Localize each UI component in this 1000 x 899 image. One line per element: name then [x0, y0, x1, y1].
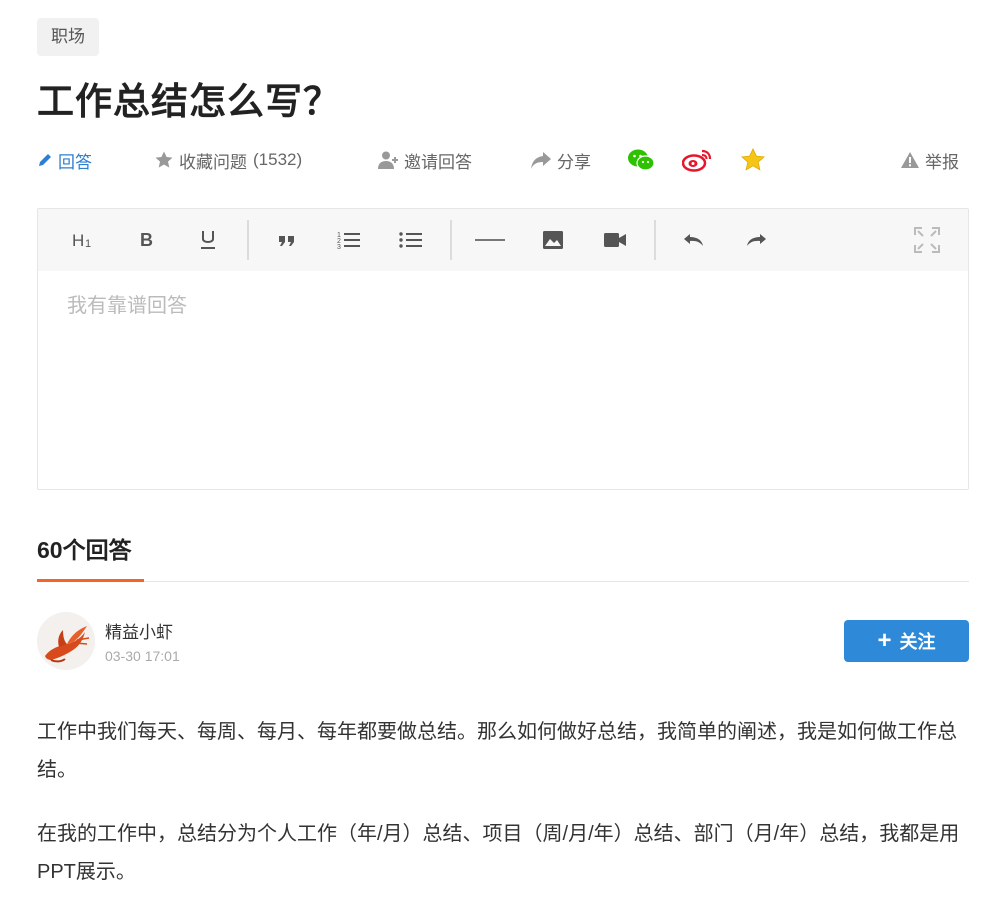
star-icon	[741, 148, 765, 171]
topic-tag[interactable]: 职场	[37, 18, 99, 56]
answer-editor: H1 B 123 我有靠谱回答	[37, 208, 969, 490]
share-label: 分享	[557, 152, 591, 172]
svg-text:H: H	[72, 231, 84, 250]
video-icon[interactable]	[597, 222, 633, 258]
invite-button[interactable]: 邀请回答	[377, 140, 472, 180]
quote-icon[interactable]	[269, 222, 305, 258]
svg-text:1: 1	[85, 238, 91, 250]
question-title: 工作总结怎么写？	[37, 81, 341, 122]
answer-paragraph: 工作中我们每天、每周、每月、每年都要做总结。那么如何做好总结，我简单的阐述，我是…	[37, 721, 957, 781]
bullet-list-icon[interactable]	[393, 222, 429, 258]
answer-time: 03-30 17:01	[105, 648, 180, 664]
crayfish-avatar-icon	[37, 612, 95, 670]
tab-divider	[37, 581, 969, 582]
follow-button[interactable]: + 关注	[844, 620, 969, 662]
redo-icon[interactable]	[738, 222, 774, 258]
wechat-icon	[628, 149, 655, 171]
active-tab-indicator	[37, 579, 144, 582]
answers-count-tab[interactable]: 60个回答	[37, 534, 132, 566]
answer-label: 回答	[58, 152, 92, 172]
author-avatar[interactable]	[37, 612, 95, 670]
collect-button[interactable]: 收藏问题 (1532)	[154, 140, 302, 180]
fullscreen-icon[interactable]	[909, 222, 945, 258]
ordered-list-icon[interactable]: 123	[331, 222, 367, 258]
weibo-share-button[interactable]	[682, 140, 717, 180]
star-outline-icon	[155, 151, 173, 168]
plus-icon: +	[877, 627, 892, 654]
editor-toolbar: H1 B 123	[38, 209, 968, 271]
answer-button[interactable]: 回答	[37, 140, 92, 180]
editor-input[interactable]: 我有靠谱回答	[67, 289, 187, 318]
author-name[interactable]: 精益小虾	[105, 618, 173, 643]
user-add-icon	[378, 151, 398, 169]
answer-paragraph: 在我的工作中，总结分为个人工作（年/月）总结、项目（周/月/年）总结、部门（月/…	[37, 823, 960, 883]
heading-icon[interactable]: H1	[65, 222, 101, 258]
wechat-share-button[interactable]	[627, 140, 660, 180]
share-button[interactable]: 分享	[530, 140, 591, 180]
svg-text:3: 3	[337, 244, 341, 250]
report-button[interactable]: 举报	[900, 140, 959, 180]
follow-label: 关注	[899, 632, 936, 652]
collect-count: (1532)	[253, 150, 303, 169]
image-icon[interactable]	[535, 222, 571, 258]
svg-text:B: B	[140, 230, 153, 250]
toolbar-divider	[654, 220, 656, 260]
report-label: 举报	[925, 152, 959, 172]
collect-label: 收藏问题	[179, 152, 247, 172]
bold-icon[interactable]: B	[128, 222, 164, 258]
toolbar-divider	[450, 220, 452, 260]
undo-icon[interactable]	[676, 222, 712, 258]
share-arrow-icon	[531, 152, 551, 169]
favorite-button[interactable]	[740, 140, 771, 180]
toolbar-divider	[247, 220, 249, 260]
underline-icon[interactable]	[190, 222, 226, 258]
warning-icon	[901, 152, 919, 168]
pencil-icon	[39, 154, 51, 166]
question-actions: 回答 收藏问题 (1532) 邀请回答 分享 举报	[37, 140, 969, 180]
weibo-icon	[682, 149, 712, 172]
invite-label: 邀请回答	[404, 152, 472, 172]
horizontal-rule-icon[interactable]	[472, 222, 508, 258]
